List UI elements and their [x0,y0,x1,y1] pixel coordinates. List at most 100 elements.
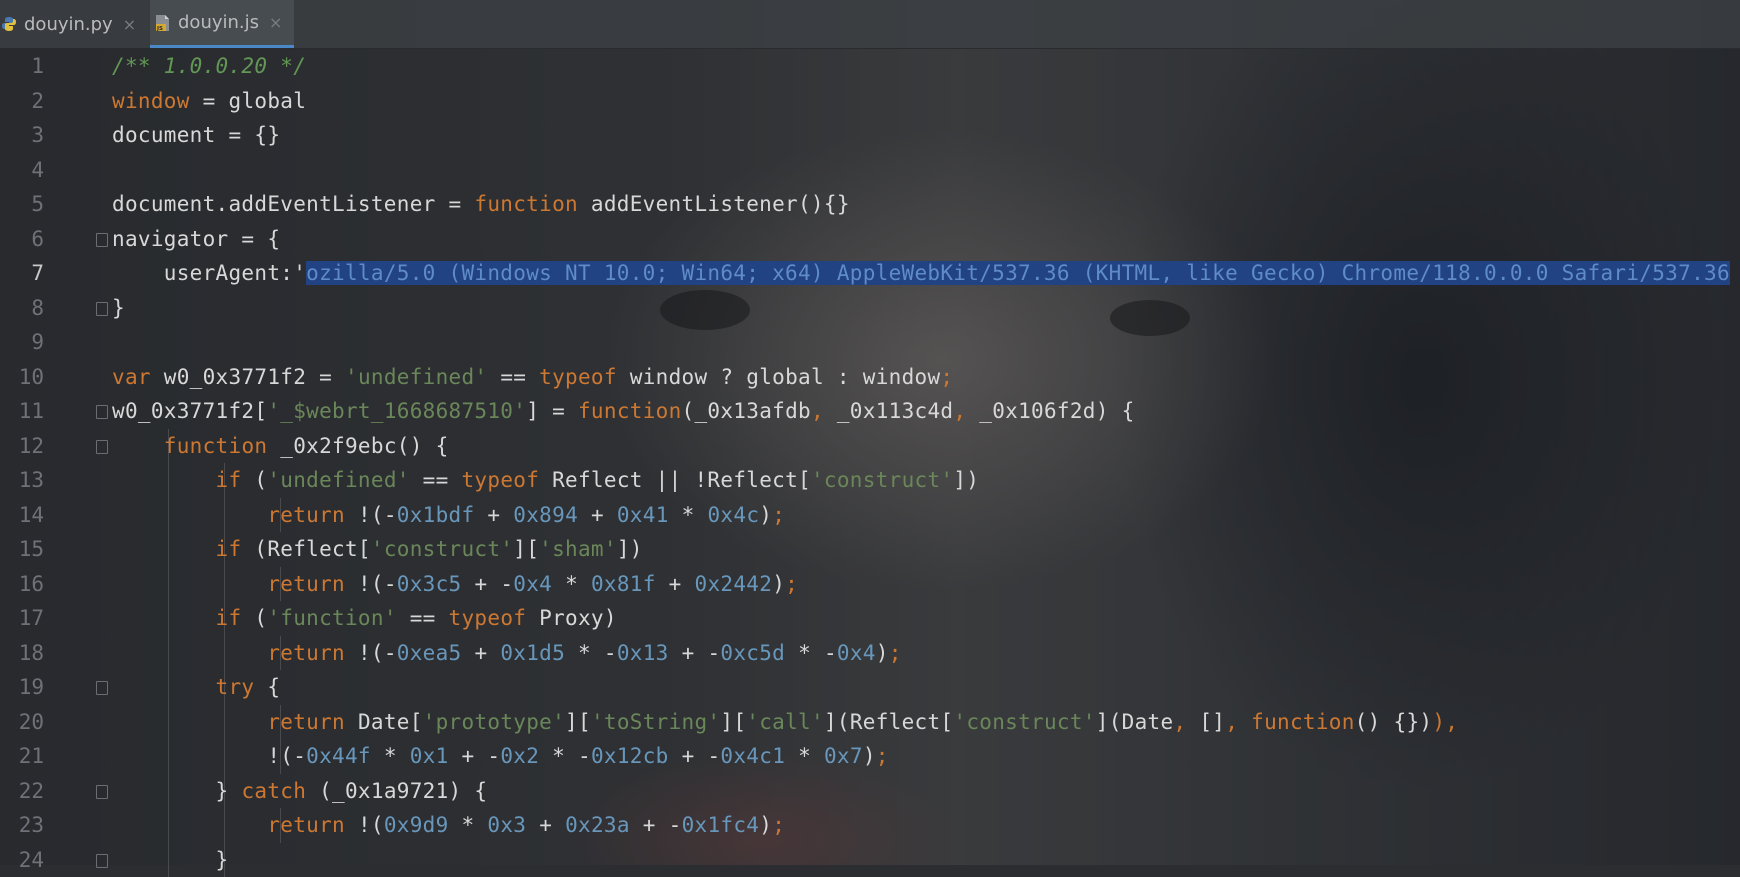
code-token: function [474,192,578,216]
code-token: 0x4c1 [720,744,785,768]
line-number: 12 [0,429,44,464]
code-token: (_0x13afdb [682,399,811,423]
fold-marker-icon[interactable] [96,440,108,454]
line-number: 8 [0,291,44,326]
code-line[interactable]: } [112,291,125,326]
code-token: 0x41 [617,503,669,527]
fold-marker-icon[interactable] [96,233,108,247]
code-token: 0x4c [707,503,759,527]
code-token: return [267,641,345,665]
line-number: 2 [0,84,44,119]
code-token: Proxy) [526,606,617,630]
code-token: 'construct' [371,537,513,561]
code-line[interactable]: try { [112,670,280,705]
code-token [112,606,216,630]
code-token: + [462,641,501,665]
code-token: userAgent:' [112,261,306,285]
code-line[interactable]: if ('undefined' == typeof Reflect || !Re… [112,463,979,498]
code-token: ) [876,641,889,665]
fold-marker-icon[interactable] [96,405,108,419]
code-token: if [216,537,242,561]
line-number: 21 [0,739,44,774]
code-token: 0x4 [837,641,876,665]
fold-marker-icon[interactable] [96,302,108,316]
line-number: 14 [0,498,44,533]
code-line[interactable]: window = global [112,84,306,119]
code-token: + - [462,572,514,596]
code-token: * - [539,744,591,768]
python-file-icon [0,15,18,33]
code-token: 0x2442 [695,572,773,596]
code-line[interactable]: return !(0x9d9 * 0x3 + 0x23a + -0x1fc4); [112,808,785,843]
svg-text:JS: JS [156,26,163,32]
tab-douyin-js[interactable]: JS douyin.js × [150,0,294,48]
tab-douyin-py[interactable]: douyin.py × [0,0,140,48]
close-icon[interactable]: × [123,15,136,34]
code-token: document.addEventListener = [112,192,474,216]
code-token: + [578,503,617,527]
code-token: 0x1bdf [397,503,475,527]
code-token: 0x44f [306,744,371,768]
line-number: 13 [0,463,44,498]
code-line[interactable]: function _0x2f9ebc() { [112,429,449,464]
code-token: ( [241,606,267,630]
code-token: 'sham' [539,537,617,561]
code-token: + - [630,813,682,837]
code-line[interactable]: document.addEventListener = function add… [112,187,850,222]
code-token: return [267,813,345,837]
code-token: (Reflect[ [241,537,370,561]
code-token: Date[ [345,710,423,734]
code-line[interactable]: } catch (_0x1a9721) { [112,774,487,809]
code-line[interactable]: /** 1.0.0.20 */ [112,49,306,84]
code-token: ( [241,468,267,492]
code-token: Reflect || !Reflect[ [539,468,811,492]
code-token: !(- [112,744,306,768]
code-token: _0x106f2d) { [966,399,1134,423]
code-token [112,710,267,734]
code-line[interactable]: if (Reflect['construct']['sham']) [112,532,643,567]
code-line[interactable]: return !(-0xea5 + 0x1d5 * -0x13 + -0xc5d… [112,636,902,671]
line-number: 20 [0,705,44,740]
code-line[interactable]: return Date['prototype']['toString']['ca… [112,705,1458,740]
close-icon[interactable]: × [269,13,282,32]
code-line[interactable]: if ('function' == typeof Proxy) [112,601,617,636]
code-line[interactable]: !(-0x44f * 0x1 + -0x2 * -0x12cb + -0x4c1… [112,739,889,774]
code-token: [] [1186,710,1225,734]
code-token: ]) [617,537,643,561]
code-token: 0x1d5 [500,641,565,665]
code-line[interactable]: var w0_0x3771f2 = 'undefined' == typeof … [112,360,953,395]
fold-marker-icon[interactable] [96,681,108,695]
line-number: 4 [0,153,44,188]
code-token: ; [772,813,785,837]
code-token: ; [889,641,902,665]
code-token: typeof [449,606,527,630]
line-number: 3 [0,118,44,153]
code-line[interactable]: w0_0x3771f2['_$webrt_1668687510'] = func… [112,394,1135,429]
code-line[interactable]: navigator = { [112,222,280,257]
code-token: 0x23a [565,813,630,837]
line-number: 24 [0,843,44,877]
code-token: , [1173,710,1186,734]
line-number: 22 [0,774,44,809]
line-number: 19 [0,670,44,705]
fold-marker-icon[interactable] [96,854,108,868]
code-token: ] = [526,399,578,423]
code-line[interactable]: } [112,843,229,877]
code-token: 0x81f [591,572,656,596]
line-number: 17 [0,601,44,636]
code-token: if [216,606,242,630]
code-token: 0xc5d [720,641,785,665]
code-token: = global [190,89,307,113]
code-line[interactable]: document = {} [112,118,280,153]
code-token: 0x7 [824,744,863,768]
code-line[interactable]: return !(-0x1bdf + 0x894 + 0x41 * 0x4c); [112,498,785,533]
code-line[interactable]: userAgent:'ozilla/5.0 (Windows NT 10.0; … [112,256,1730,291]
code-token: } [112,848,229,872]
fold-marker-icon[interactable] [96,785,108,799]
code-token [112,641,267,665]
code-token: return [267,572,345,596]
code-token: * [552,572,591,596]
code-token: , [1445,710,1458,734]
code-line[interactable]: return !(-0x3c5 + -0x4 * 0x81f + 0x2442)… [112,567,798,602]
code-token: + [526,813,565,837]
